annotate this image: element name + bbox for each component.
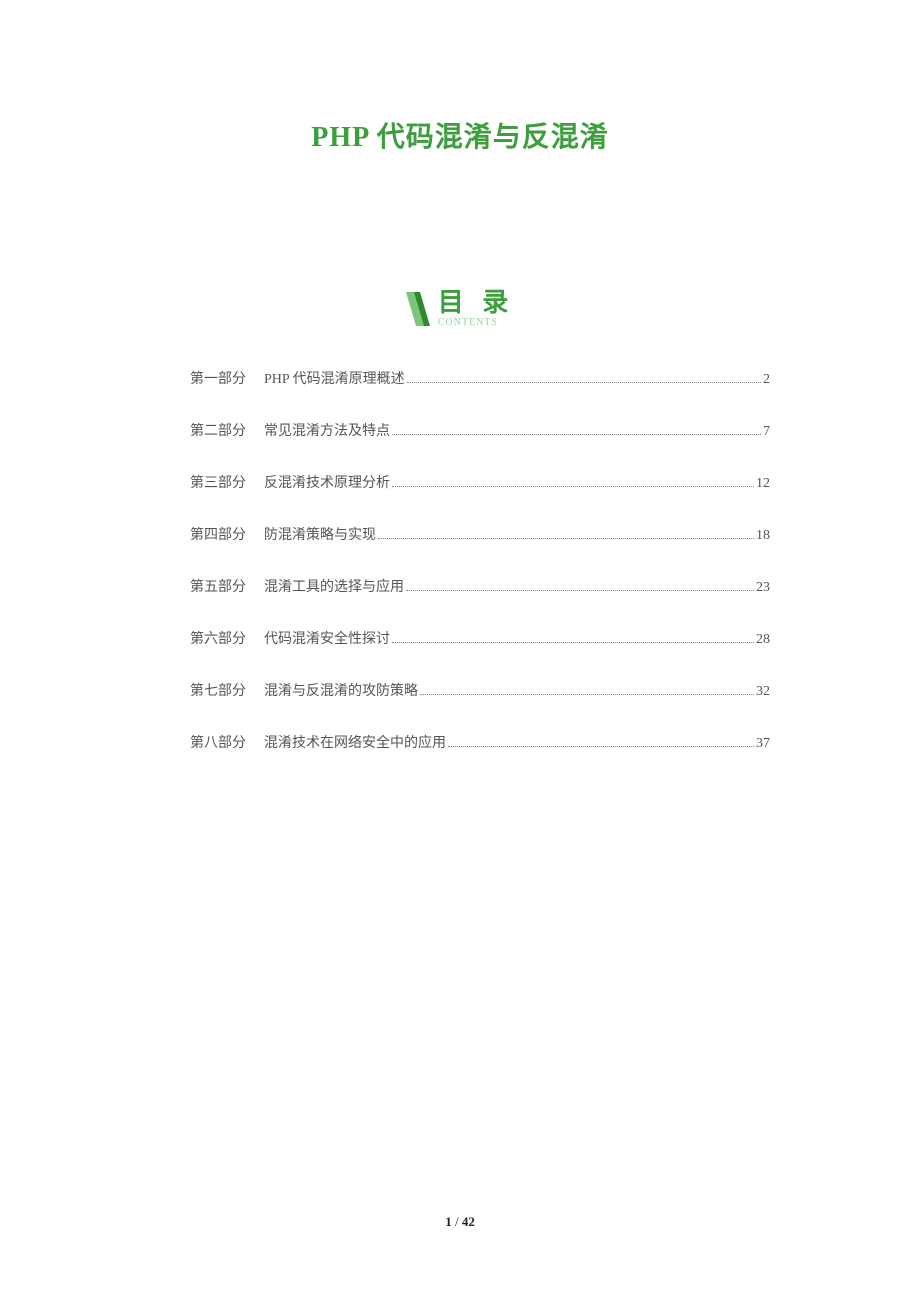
page-footer: 1 / 42 <box>0 1214 920 1230</box>
toc-topic: 混淆与反混淆的攻防策略 <box>264 680 418 700</box>
toc-row[interactable]: 第八部分 混淆技术在网络安全中的应用 37 <box>190 732 770 752</box>
toc-topic: 防混淆策略与实现 <box>264 524 376 544</box>
toc-page: 28 <box>756 632 770 648</box>
toc-page: 12 <box>756 476 770 492</box>
toc-header-icon <box>406 292 430 326</box>
toc-dots <box>406 590 754 591</box>
page-title: PHP 代码混淆与反混淆 <box>0 0 920 155</box>
toc-dots <box>448 746 754 747</box>
toc-topic: 反混淆技术原理分析 <box>264 472 390 492</box>
toc-dots <box>392 642 754 643</box>
toc-part-label: 第七部分 <box>190 680 246 700</box>
toc-topic: 混淆技术在网络安全中的应用 <box>264 732 446 752</box>
toc-topic: 代码混淆安全性探讨 <box>264 628 390 648</box>
toc-page: 7 <box>763 424 770 440</box>
toc-page: 32 <box>756 684 770 700</box>
toc-row[interactable]: 第三部分 反混淆技术原理分析 12 <box>190 472 770 492</box>
toc-dots <box>392 434 761 435</box>
toc-dots <box>407 382 761 383</box>
toc-row[interactable]: 第六部分 代码混淆安全性探讨 28 <box>190 628 770 648</box>
toc-row[interactable]: 第一部分 PHP 代码混淆原理概述 2 <box>190 368 770 388</box>
toc-page: 2 <box>763 372 770 388</box>
toc-row[interactable]: 第七部分 混淆与反混淆的攻防策略 32 <box>190 680 770 700</box>
footer-separator: / <box>452 1214 462 1229</box>
toc-topic: PHP 代码混淆原理概述 <box>264 368 405 388</box>
toc-header: 目 录 CONTENTS <box>0 290 920 328</box>
toc-dots <box>378 538 754 539</box>
toc-subtitle: CONTENTS <box>438 318 498 328</box>
toc-row[interactable]: 第二部分 常见混淆方法及特点 7 <box>190 420 770 440</box>
toc-row[interactable]: 第四部分 防混淆策略与实现 18 <box>190 524 770 544</box>
toc-topic: 混淆工具的选择与应用 <box>264 576 404 596</box>
toc-row[interactable]: 第五部分 混淆工具的选择与应用 23 <box>190 576 770 596</box>
toc-title: 目 录 <box>438 290 515 316</box>
footer-total-pages: 42 <box>462 1214 475 1229</box>
toc-page: 37 <box>756 736 770 752</box>
toc-page: 18 <box>756 528 770 544</box>
toc-part-label: 第三部分 <box>190 472 246 492</box>
toc-part-label: 第四部分 <box>190 524 246 544</box>
toc-dots <box>392 486 754 487</box>
toc-part-label: 第五部分 <box>190 576 246 596</box>
toc-list: 第一部分 PHP 代码混淆原理概述 2 第二部分 常见混淆方法及特点 7 第三部… <box>0 368 920 752</box>
toc-part-label: 第六部分 <box>190 628 246 648</box>
toc-part-label: 第八部分 <box>190 732 246 752</box>
toc-page: 23 <box>756 580 770 596</box>
toc-part-label: 第一部分 <box>190 368 246 388</box>
toc-topic: 常见混淆方法及特点 <box>264 420 390 440</box>
toc-dots <box>420 694 754 695</box>
toc-part-label: 第二部分 <box>190 420 246 440</box>
